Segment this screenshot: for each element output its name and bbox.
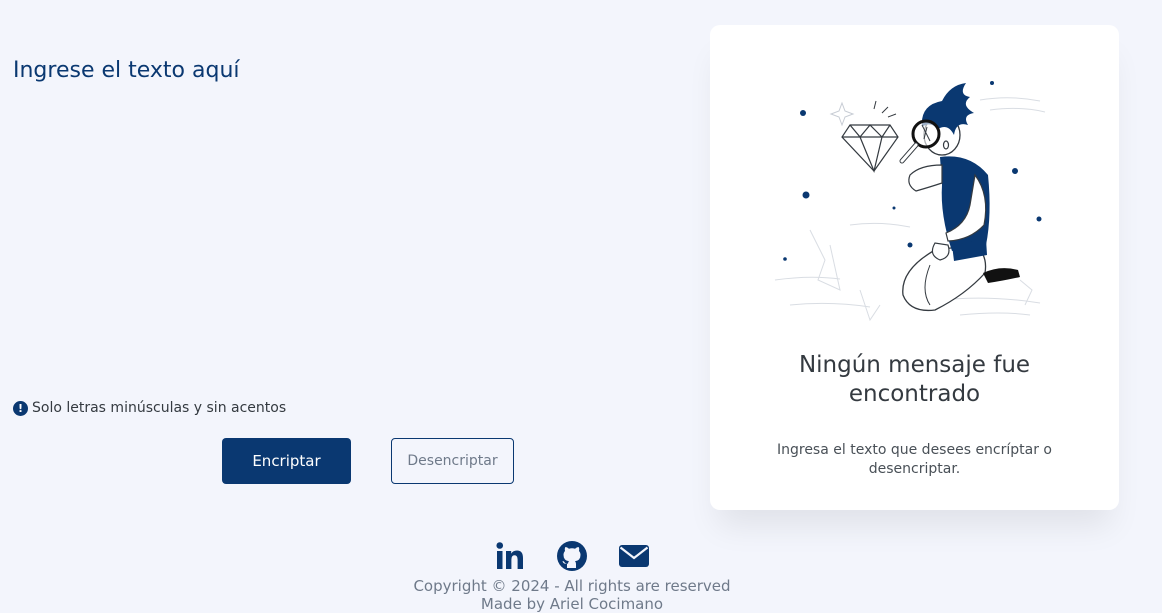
copyright-text: Copyright © 2024 - All rights are reserv… bbox=[413, 577, 731, 595]
page: ! Solo letras minúsculas y sin acentos E… bbox=[0, 0, 1162, 613]
copyright: Copyright © 2024 - All rights are reserv… bbox=[0, 577, 1144, 613]
info-circle-icon: ! bbox=[13, 400, 28, 416]
hint: ! Solo letras minúsculas y sin acentos bbox=[13, 400, 286, 416]
email-icon[interactable] bbox=[617, 540, 651, 572]
result-card: Ningún mensaje fue encontrado Ingresa el… bbox=[710, 25, 1119, 510]
linkedin-icon[interactable] bbox=[493, 540, 527, 572]
social-links bbox=[0, 540, 1144, 572]
hint-text: Solo letras minúsculas y sin acentos bbox=[32, 400, 287, 416]
card-title: Ningún mensaje fue encontrado bbox=[798, 352, 1031, 407]
card-text: Ingresa el texto que desees encríptar o … bbox=[776, 442, 1053, 477]
encrypt-button[interactable]: Encriptar bbox=[222, 438, 351, 484]
decrypt-button[interactable]: Desencriptar bbox=[391, 438, 514, 484]
text-input[interactable] bbox=[13, 58, 653, 378]
github-icon[interactable] bbox=[555, 540, 589, 572]
author-text: Made by Ariel Cocimano bbox=[480, 595, 664, 613]
person-with-magnifier-illustration bbox=[774, 81, 1046, 322]
